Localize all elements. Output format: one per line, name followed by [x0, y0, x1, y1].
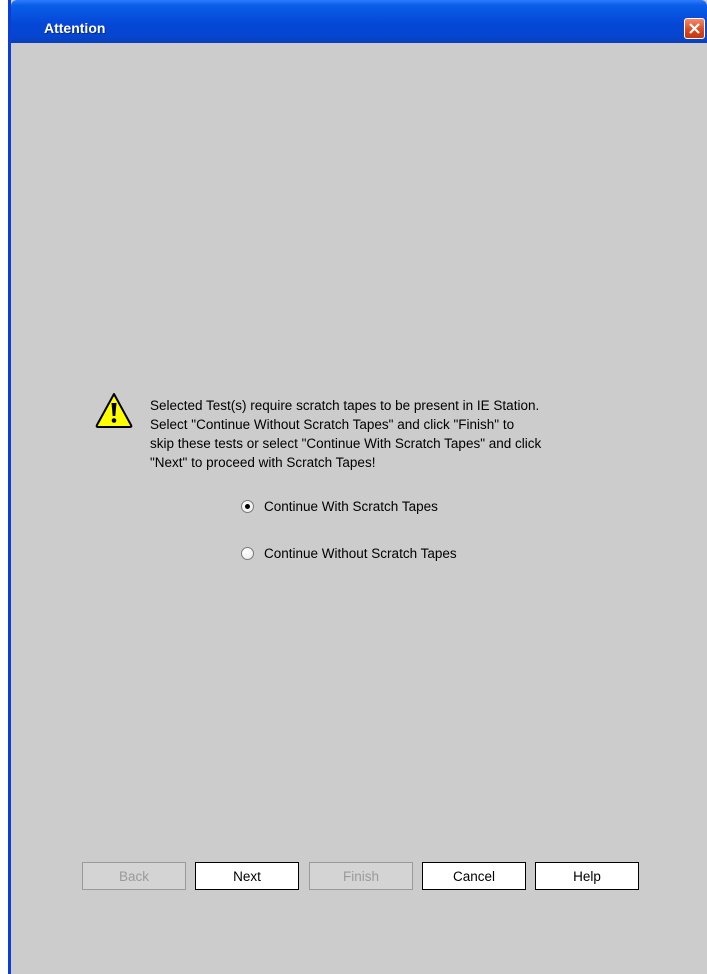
option-label: Continue With Scratch Tapes	[264, 499, 438, 514]
back-button[interactable]: Back	[82, 862, 186, 890]
message-line: Selected Test(s) require scratch tapes t…	[150, 398, 540, 413]
close-button[interactable]	[684, 18, 705, 39]
radio-button-selected[interactable]	[241, 500, 254, 513]
title-bar[interactable]: Attention	[11, 0, 707, 43]
warning-icon	[95, 393, 133, 428]
option-continue-with-scratch-tapes[interactable]: Continue With Scratch Tapes	[241, 499, 438, 514]
message-line: skip these tests or select "Continue Wit…	[150, 436, 542, 451]
attention-dialog: Attention Selected Test(s) require scrat…	[8, 0, 707, 974]
dialog-content: Selected Test(s) require scratch tapes t…	[11, 43, 707, 974]
next-button[interactable]: Next	[195, 862, 299, 890]
window-title: Attention	[44, 20, 106, 36]
message-line: "Next" to proceed with Scratch Tapes!	[150, 455, 376, 470]
option-label: Continue Without Scratch Tapes	[264, 546, 457, 561]
attention-message: Selected Test(s) require scratch tapes t…	[150, 396, 680, 472]
radio-button[interactable]	[241, 547, 254, 560]
option-continue-without-scratch-tapes[interactable]: Continue Without Scratch Tapes	[241, 546, 457, 561]
cancel-button[interactable]: Cancel	[422, 862, 526, 890]
message-line: Select "Continue Without Scratch Tapes" …	[150, 417, 515, 432]
help-button[interactable]: Help	[535, 862, 639, 890]
close-icon	[689, 23, 700, 34]
finish-button[interactable]: Finish	[309, 862, 413, 890]
